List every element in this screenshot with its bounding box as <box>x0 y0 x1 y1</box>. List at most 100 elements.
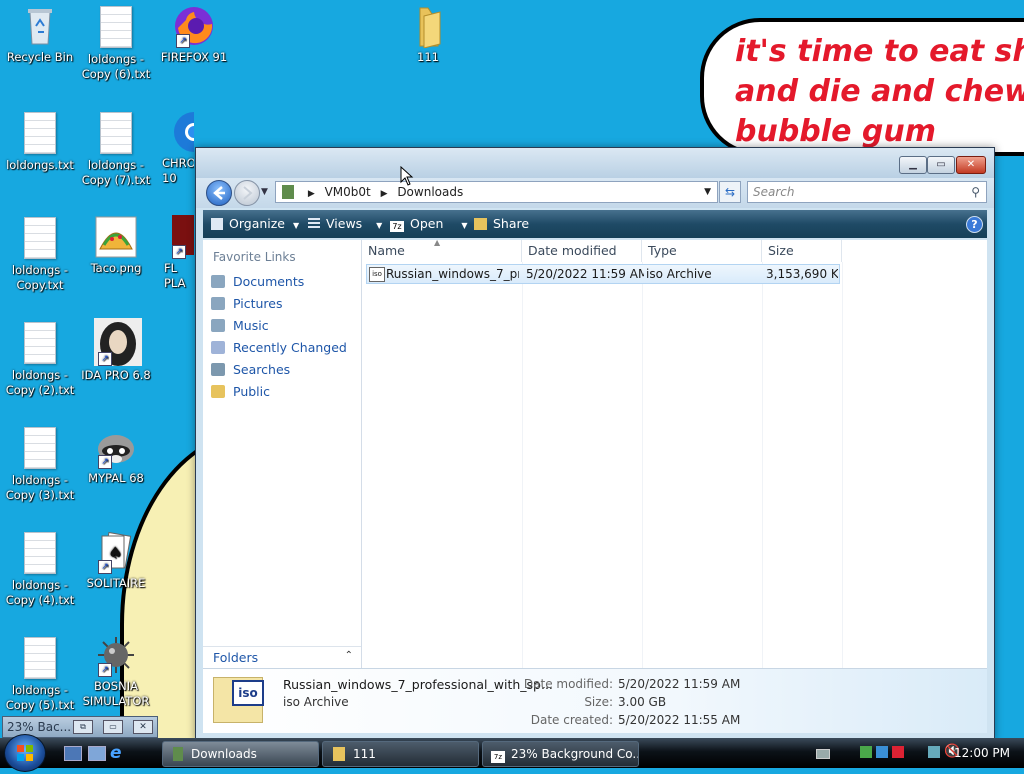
address-dropdown-icon[interactable]: ▼ <box>704 182 711 202</box>
breadcrumb-vm0b0t[interactable]: VM0b0t <box>325 185 371 199</box>
explorer-window[interactable]: ▁ ▭ ✕ ▼ ▶ VM0b0t ▶ Downloads ▼ ⇆ Search … <box>195 147 995 741</box>
desktop-icon-folder-111[interactable]: 111 <box>388 4 468 65</box>
column-label: Size <box>768 243 794 258</box>
forward-arrow-icon <box>243 186 253 200</box>
details-date-modified-label: Date modified: <box>523 677 613 691</box>
share-button[interactable]: Share <box>474 216 529 231</box>
desktop-icon-label: 111 <box>417 50 439 64</box>
folders-label: Folders <box>213 650 259 665</box>
desktop-icon-label: loldongs - Copy (4).txt <box>5 578 75 607</box>
desktop-icon-loldongs-copy-4[interactable]: loldongs - Copy (4).txt <box>0 530 80 608</box>
restore-button[interactable]: ⧉ <box>73 720 93 734</box>
fav-link-documents[interactable]: Documents <box>211 274 304 289</box>
start-button[interactable] <box>4 734 46 772</box>
show-desktop-icon[interactable] <box>64 746 82 761</box>
folder-icon <box>406 4 450 49</box>
desktop-icon-mypal[interactable]: ↗ MYPAL 68 <box>76 425 156 486</box>
desktop-icon-loldongs-copy-3[interactable]: loldongs - Copy (3).txt <box>0 425 80 503</box>
file-list[interactable]: Name ▲ Date modified Type Size iso Russia… <box>362 238 987 668</box>
open-dropdown-icon: ▼ <box>461 221 468 230</box>
taskbar-item-111[interactable]: 111 <box>322 741 479 767</box>
fav-link-pictures[interactable]: Pictures <box>211 296 283 311</box>
switch-windows-icon[interactable] <box>88 746 106 761</box>
favorite-links-title: Favorite Links <box>213 250 296 264</box>
file-type: iso Archive <box>646 267 712 281</box>
desktop-icon-label: IDA PRO 6.8 <box>81 368 151 382</box>
folders-toggle[interactable]: Folders ⌃ <box>203 646 361 669</box>
refresh-button[interactable]: ⇆ <box>719 181 741 203</box>
desktop-icon-loldongs-copy-5[interactable]: loldongs - Copy (5).txt <box>0 635 80 713</box>
open-button[interactable]: 7z Open ▼ <box>390 216 468 232</box>
keyboard-icon[interactable] <box>816 749 830 759</box>
security-icon[interactable] <box>876 746 888 758</box>
views-button[interactable]: Views ▼ <box>308 216 382 231</box>
window-titlebar[interactable]: ▁ ▭ ✕ <box>196 148 994 178</box>
search-icon[interactable]: ⚲ <box>971 182 980 202</box>
desktop-icon-solitaire[interactable]: ♠ ↗ SOLITAIRE <box>76 530 156 591</box>
desktop-icon-fl-player[interactable]: ↗ FL PLA <box>154 215 194 291</box>
column-label: Type <box>648 243 677 258</box>
search-placeholder: Search <box>753 185 795 199</box>
file-row[interactable]: iso Russian_windows_7_pr... 5/20/2022 11… <box>366 264 840 284</box>
desktop-icon-chrome[interactable]: CHRO 10 <box>154 110 194 186</box>
desktop-icon-label: CHRO 10 <box>162 156 194 185</box>
organize-button[interactable]: Organize ▼ <box>211 216 299 231</box>
shortcut-arrow-icon: ↗ <box>98 663 112 677</box>
network-icon[interactable] <box>860 746 872 758</box>
fav-link-label: Music <box>233 318 269 333</box>
column-header-type[interactable]: Type <box>642 240 762 262</box>
desktop-icon-ida-pro[interactable]: ↗ IDA PRO 6.8 <box>76 318 156 383</box>
text-file-icon <box>18 637 62 681</box>
fav-link-searches[interactable]: Searches <box>211 362 290 377</box>
chrome-icon <box>154 110 194 154</box>
taskbar-item-7zip-progress[interactable]: 7z 23% Background Co... <box>482 741 639 767</box>
maximize-button[interactable]: ▭ <box>103 720 123 734</box>
desktop-icon-label: BOSNIA SIMULATOR <box>82 679 150 708</box>
column-header-size[interactable]: Size <box>762 240 842 262</box>
recent-pages-dropdown-icon[interactable]: ▼ <box>261 187 268 197</box>
minimize-button[interactable]: ▁ <box>899 156 927 174</box>
fav-link-public[interactable]: Public <box>211 384 270 399</box>
desktop-icon-label: MYPAL 68 <box>88 471 144 485</box>
internet-explorer-icon[interactable]: e <box>110 743 122 763</box>
back-button[interactable] <box>206 180 232 206</box>
desktop-icon-loldongs-copy-6[interactable]: loldongs - Copy (6).txt <box>76 4 156 82</box>
address-bar[interactable]: ▶ VM0b0t ▶ Downloads ▼ <box>275 181 718 203</box>
mypal-raccoon-icon: ↗ <box>94 425 138 469</box>
fav-link-recently-changed[interactable]: Recently Changed <box>211 340 347 355</box>
help-button[interactable]: ? <box>966 216 983 233</box>
warning-flag-icon[interactable] <box>892 746 904 758</box>
clock[interactable]: 12:00 PM <box>954 746 1010 760</box>
desktop-icon-bosnia-simulator[interactable]: ↗ BOSNIA SIMULATOR <box>76 633 156 709</box>
shortcut-arrow-icon: ↗ <box>98 352 112 366</box>
taskbar-item-label: Downloads <box>191 747 257 761</box>
column-header-name[interactable]: Name ▲ <box>362 238 522 262</box>
desktop-icon-taco[interactable]: Taco.png <box>76 215 156 276</box>
back-arrow-icon <box>213 186 225 200</box>
desktop-icon-label: loldongs - Copy (2).txt <box>5 368 75 397</box>
desktop-icon-loldongs-copy-7[interactable]: loldongs - Copy (7).txt <box>76 110 156 188</box>
display-icon[interactable] <box>928 746 940 758</box>
desktop-icon-firefox[interactable]: ↗ FIREFOX 91 <box>154 4 234 65</box>
desktop-icon-loldongs-copy-2[interactable]: loldongs - Copy (2).txt <box>0 320 80 398</box>
maximize-button[interactable]: ▭ <box>927 156 955 174</box>
desktop-icon-label: loldongs - Copy.txt <box>11 263 69 292</box>
details-filetype: iso Archive <box>283 695 349 709</box>
column-header-date[interactable]: Date modified <box>522 240 642 262</box>
desktop-icon-label: Recycle Bin <box>6 50 74 64</box>
desktop-icon-loldongs-copy[interactable]: loldongs - Copy.txt <box>0 215 80 293</box>
search-input[interactable]: Search ⚲ <box>747 181 987 203</box>
breadcrumb-downloads[interactable]: Downloads <box>397 185 463 199</box>
desktop-icon-label: loldongs - Copy (6).txt <box>81 52 151 81</box>
explorer-icon <box>173 747 183 761</box>
firefox-icon: ↗ <box>172 4 216 48</box>
close-button[interactable]: ✕ <box>956 156 986 174</box>
organize-icon <box>211 218 223 230</box>
desktop-icon-loldongs[interactable]: loldongs.txt <box>0 110 80 173</box>
solitaire-cards-icon: ♠ ↗ <box>94 530 138 574</box>
forward-button[interactable] <box>234 180 260 206</box>
fav-link-music[interactable]: Music <box>211 318 269 333</box>
close-button[interactable]: ✕ <box>133 720 153 734</box>
desktop-icon-recycle-bin[interactable]: Recycle Bin <box>0 4 80 65</box>
taskbar-item-downloads[interactable]: Downloads <box>162 741 319 767</box>
